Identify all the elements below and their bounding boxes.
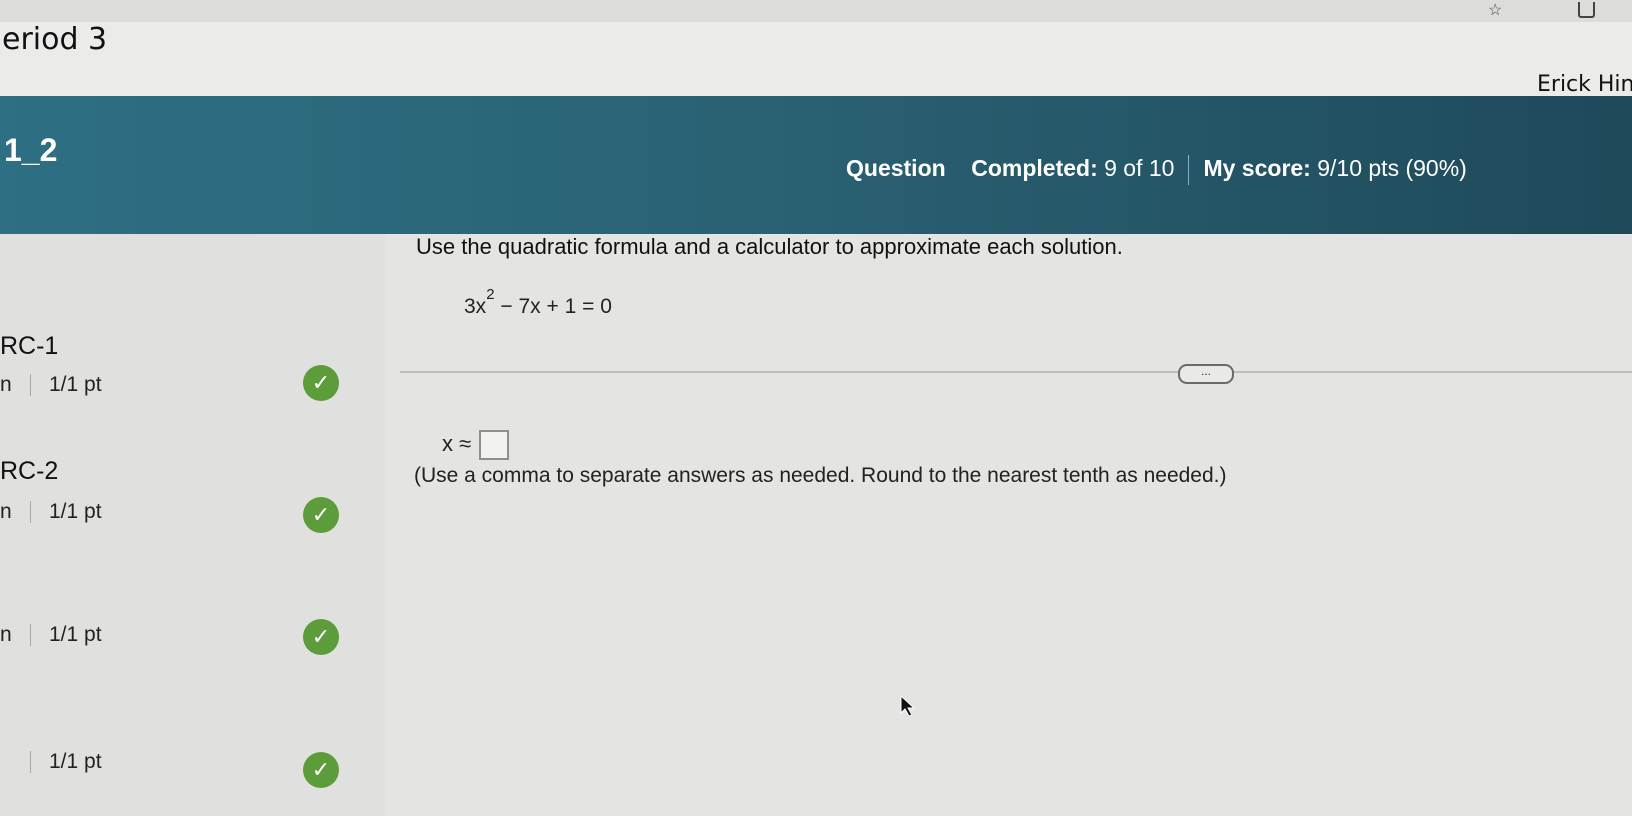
check-icon: ✓	[303, 497, 339, 533]
more-options-button[interactable]: ...	[1178, 364, 1234, 384]
answer-prefix: x ≈	[442, 430, 472, 456]
browser-toolbar: ☆	[0, 0, 1632, 22]
check-icon: ✓	[303, 752, 339, 788]
user-name[interactable]: Erick Hinc	[1537, 72, 1632, 97]
divider	[30, 374, 31, 397]
question-points-4: 1/1 pt	[0, 750, 102, 774]
divider	[30, 751, 31, 774]
section-code: 1_2	[4, 132, 58, 168]
question-label-1[interactable]: RC-1	[0, 332, 58, 361]
answer-row: x ≈	[442, 430, 510, 460]
answer-note: (Use a comma to separate answers as need…	[414, 464, 1227, 487]
divider	[1188, 155, 1190, 185]
divider	[30, 501, 31, 524]
problem-equation: 3x2 − 7x + 1 = 0	[464, 286, 612, 319]
question-prefix: n	[0, 500, 12, 523]
points-value: 1/1 pt	[49, 373, 102, 396]
equation-exponent: 2	[486, 286, 495, 303]
question-points-2: n 1/1 pt	[0, 500, 102, 524]
problem-instruction: Use the quadratic formula and a calculat…	[416, 234, 1123, 259]
question-points-3: n 1/1 pt	[0, 623, 102, 647]
question-label-2[interactable]: RC-2	[0, 457, 58, 486]
question-prefix: n	[0, 373, 12, 396]
course-title: eriod 3	[2, 22, 108, 57]
check-icon: ✓	[303, 365, 339, 401]
question-prefix: n	[0, 623, 12, 646]
check-icon: ✓	[303, 619, 339, 655]
score-value: 9/10 pts (90%)	[1317, 155, 1467, 182]
points-value: 1/1 pt	[49, 500, 102, 523]
question-points-1: n 1/1 pt	[0, 373, 102, 397]
equation-rest: − 7x + 1 = 0	[494, 295, 612, 318]
mouse-cursor-icon	[900, 695, 916, 717]
equation-lead: 3x	[464, 295, 487, 318]
completed-value: 9 of 10	[1104, 155, 1175, 182]
extension-icon[interactable]	[1578, 2, 1595, 18]
completed-label: Completed:	[971, 155, 1098, 182]
divider	[30, 624, 31, 647]
problem-divider	[400, 371, 1632, 373]
points-value: 1/1 pt	[49, 750, 102, 773]
score-label: My score:	[1203, 155, 1311, 182]
question-label: Question	[846, 155, 946, 182]
answer-input[interactable]	[479, 430, 510, 460]
status-line: Question Completed: 9 of 10 My score: 9/1…	[846, 155, 1467, 185]
points-value: 1/1 pt	[49, 623, 102, 646]
star-icon[interactable]: ☆	[1488, 0, 1502, 20]
top-bar: ☆ eriod 3 Erick Hinc	[0, 0, 1632, 97]
